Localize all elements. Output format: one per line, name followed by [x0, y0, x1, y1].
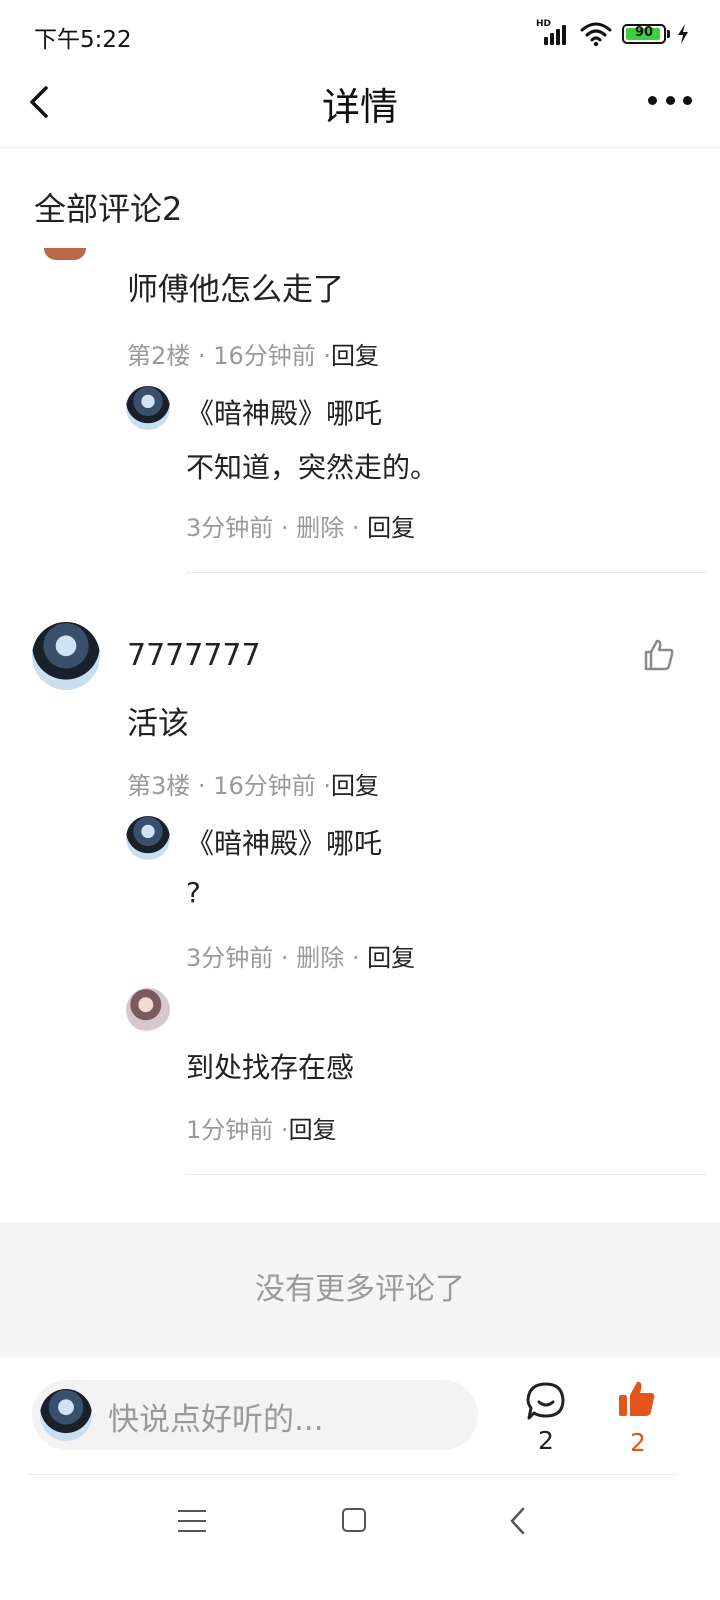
- comment-input[interactable]: 快说点好听的...: [32, 1380, 478, 1450]
- reply-text[interactable]: 到处找存在感: [186, 1046, 354, 1086]
- meta-separator: ·: [280, 514, 289, 542]
- avatar[interactable]: [126, 988, 170, 1032]
- bottom-bar: 快说点好听的... 2 2: [0, 1358, 720, 1476]
- avatar[interactable]: [126, 386, 170, 430]
- reply-author[interactable]: 《暗神殿》哪吒: [186, 392, 382, 432]
- comment-count: 2: [538, 1426, 554, 1455]
- reply-meta: 1分钟前 ·回复: [186, 1110, 337, 1145]
- comment-floor: 第3楼: [127, 772, 191, 800]
- reply-time: 3分钟前: [186, 944, 274, 972]
- reply-text[interactable]: 不知道，突然走的。: [186, 446, 438, 486]
- status-time: 下午5:22: [34, 27, 132, 53]
- battery-level: 90: [634, 25, 654, 40]
- status-bar: 下午5:22 HD 90: [0, 0, 720, 68]
- comment-floor: 第2楼: [127, 342, 191, 370]
- reply-button[interactable]: 回复: [289, 1116, 337, 1144]
- like-count: 2: [630, 1428, 646, 1457]
- reply-button[interactable]: 回复: [367, 944, 415, 972]
- meta-separator: ·: [280, 944, 289, 972]
- reply-author[interactable]: 《暗神殿》哪吒: [186, 822, 382, 862]
- thumbs-up-filled-icon[interactable]: [616, 1378, 658, 1420]
- meta-separator: ·: [280, 1116, 289, 1144]
- battery-icon: 90: [622, 24, 670, 44]
- delete-button[interactable]: 删除: [296, 514, 344, 542]
- avatar[interactable]: [126, 816, 170, 860]
- thumbs-up-icon[interactable]: [640, 636, 678, 674]
- network-badge: HD: [536, 19, 552, 29]
- comment-time: 16分钟前: [213, 342, 316, 370]
- meta-separator: ·: [323, 772, 332, 800]
- reply-time: 3分钟前: [186, 514, 274, 542]
- home-icon[interactable]: [342, 1508, 366, 1532]
- system-nav-bar: [0, 1476, 720, 1600]
- reply-button[interactable]: 回复: [331, 772, 379, 800]
- no-more-comments: 没有更多评论了: [0, 1222, 720, 1358]
- comments-heading: 全部评论2: [34, 190, 183, 228]
- avatar[interactable]: [44, 248, 86, 260]
- page-title: 详情: [321, 85, 398, 129]
- delete-button[interactable]: 删除: [296, 944, 344, 972]
- meta-separator: ·: [323, 342, 332, 370]
- avatar[interactable]: [32, 622, 100, 690]
- reply-time: 1分钟前: [186, 1116, 274, 1144]
- reply-button[interactable]: 回复: [367, 514, 415, 542]
- wifi-icon: [580, 22, 612, 47]
- signal-icon: HD: [536, 19, 570, 47]
- comment-meta: 第3楼 · 16分钟前 ·回复: [127, 766, 379, 801]
- charging-icon: [678, 24, 688, 44]
- comment-input-placeholder: 快说点好听的...: [108, 1402, 324, 1438]
- comment-text[interactable]: 活该: [127, 698, 189, 743]
- menu-icon[interactable]: [178, 1510, 206, 1532]
- comment-text[interactable]: 师傅他怎么走了: [127, 264, 344, 309]
- comment-time: 16分钟前: [213, 772, 316, 800]
- meta-separator: ·: [197, 772, 206, 800]
- avatar: [40, 1389, 92, 1441]
- comment-author[interactable]: 7777777: [127, 638, 261, 673]
- more-horizontal-icon[interactable]: [648, 96, 692, 108]
- comment-icon[interactable]: [524, 1380, 568, 1424]
- divider: [186, 1174, 706, 1175]
- meta-separator: ·: [351, 944, 360, 972]
- reply-meta: 3分钟前 · 删除 · 回复: [186, 508, 415, 543]
- meta-separator: ·: [351, 514, 360, 542]
- back-icon[interactable]: [506, 1506, 530, 1536]
- divider: [186, 572, 706, 573]
- nav-bar: 详情: [0, 68, 720, 148]
- status-icons: HD 90: [536, 19, 690, 48]
- divider: [28, 1474, 678, 1475]
- meta-separator: ·: [197, 342, 206, 370]
- reply-text[interactable]: ?: [186, 876, 201, 909]
- comment-meta: 第2楼 · 16分钟前 ·回复: [127, 336, 379, 371]
- reply-meta: 3分钟前 · 删除 · 回复: [186, 938, 415, 973]
- reply-button[interactable]: 回复: [331, 342, 379, 370]
